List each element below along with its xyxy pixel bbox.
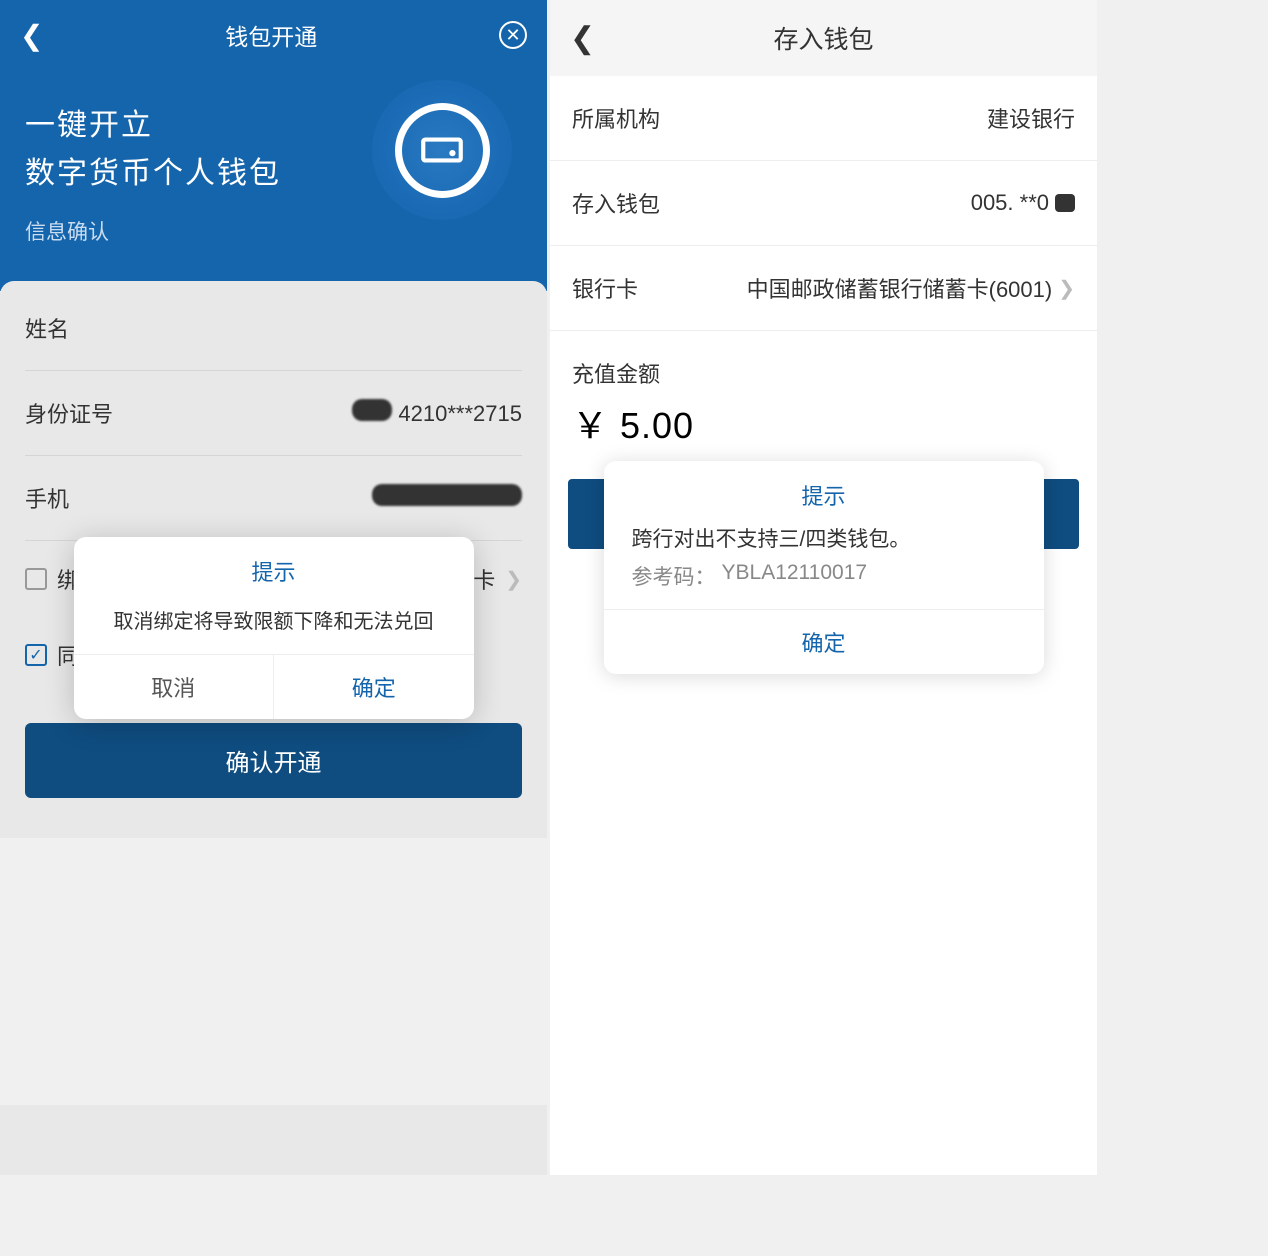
card-value: 中国邮政储蓄银行储蓄卡(6001) <box>747 272 1053 304</box>
screen-deposit: ❮ 存入钱包 所属机构 建设银行 存入钱包 005. **0 银行卡 中国邮政储… <box>550 0 1097 1175</box>
header-bar: ❮ 存入钱包 <box>550 0 1097 76</box>
org-label: 所属机构 <box>572 102 660 134</box>
chevron-right-icon: ❯ <box>1058 276 1075 301</box>
back-icon[interactable]: ❮ <box>20 19 43 52</box>
row-id[interactable]: 身份证号 4210***2715 <box>25 371 522 456</box>
id-redacted <box>352 399 392 421</box>
header-title: 存入钱包 <box>773 20 873 56</box>
bottom-spacer <box>550 1105 1097 1175</box>
amount-label: 充值金额 <box>550 331 1097 393</box>
id-value: 4210***2715 <box>398 401 522 426</box>
hero-subtitle: 信息确认 <box>25 216 522 246</box>
dialog-title: 提示 <box>74 537 474 597</box>
ref-code: YBLA12110017 <box>722 561 868 591</box>
row-name[interactable]: 姓名 <box>25 286 522 371</box>
header-bar: ❮ 钱包开通 ✕ <box>0 0 547 70</box>
id-label: 身份证号 <box>25 397 113 429</box>
bottom-spacer <box>0 1105 547 1175</box>
dialog-ok-button[interactable]: 确定 <box>274 655 474 719</box>
phone-redacted <box>372 484 522 506</box>
dialog-message: 取消绑定将导致限额下降和无法兑回 <box>74 597 474 654</box>
dialog-cancel-button[interactable]: 取消 <box>74 655 275 719</box>
header-title: 钱包开通 <box>225 18 317 52</box>
chevron-right-icon: ❯ <box>505 567 522 592</box>
close-icon[interactable]: ✕ <box>499 21 527 49</box>
checkbox-icon[interactable] <box>25 568 47 590</box>
dialog-message: 跨行对出不支持三/四类钱包。 <box>604 523 1044 561</box>
confirm-open-button[interactable]: 确认开通 <box>25 723 522 798</box>
screen-wallet-open: ❮ 钱包开通 ✕ 一键开立 数字货币个人钱包 信息确认 姓名 身份证号 4210… <box>0 0 547 1175</box>
deposit-value: 005. **0 <box>971 190 1049 216</box>
dialog-title: 提示 <box>604 461 1044 523</box>
back-icon[interactable]: ❮ <box>570 21 595 56</box>
dialog-crossbank-error: 提示 跨行对出不支持三/四类钱包。 参考码：YBLA12110017 确定 <box>604 461 1044 674</box>
deposit-label: 存入钱包 <box>572 187 660 219</box>
row-deposit-wallet[interactable]: 存入钱包 005. **0 <box>550 161 1097 246</box>
hero-banner: 一键开立 数字货币个人钱包 信息确认 <box>0 70 547 291</box>
card-label: 银行卡 <box>572 272 638 304</box>
name-label: 姓名 <box>25 312 69 344</box>
ref-label: 参考码： <box>632 561 716 591</box>
org-value: 建设银行 <box>987 102 1075 134</box>
row-org: 所属机构 建设银行 <box>550 76 1097 161</box>
row-card[interactable]: 银行卡 中国邮政储蓄银行储蓄卡(6001)❯ <box>550 246 1097 331</box>
masked-icon <box>1055 194 1075 212</box>
wallet-icon <box>372 80 512 220</box>
row-phone[interactable]: 手机 <box>25 456 522 541</box>
dialog-unbind-warning: 提示 取消绑定将导致限额下降和无法兑回 取消 确定 <box>74 537 474 719</box>
checkbox-checked-icon[interactable]: ✓ <box>25 644 47 666</box>
phone-label: 手机 <box>25 482 69 514</box>
dialog-ok-button[interactable]: 确定 <box>604 609 1044 674</box>
bind-suffix: 卡 <box>473 563 495 595</box>
